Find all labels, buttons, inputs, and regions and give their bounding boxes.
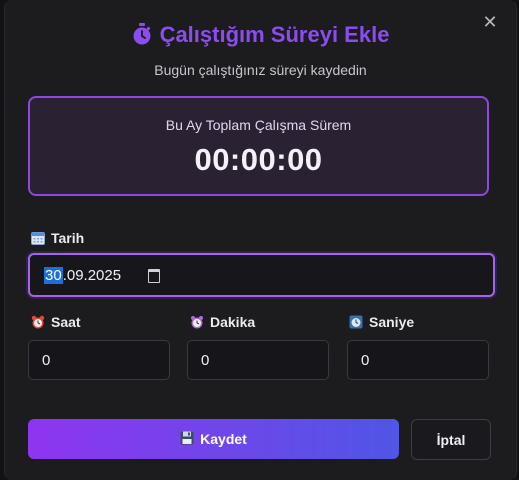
timer-icon bbox=[349, 315, 363, 329]
dialog-title-row: Çalıştığım Süreyi Ekle bbox=[5, 22, 516, 51]
alarm-clock-icon bbox=[31, 315, 45, 329]
monthly-summary-label: Bu Ay Toplam Çalışma Sürem bbox=[165, 117, 352, 133]
cancel-button-label: İptal bbox=[436, 431, 466, 448]
save-button-label: Kaydet bbox=[200, 431, 247, 447]
minutes-label: Dakika bbox=[190, 314, 255, 330]
hours-label: Saat bbox=[31, 314, 81, 330]
date-label: Tarih bbox=[31, 230, 84, 246]
seconds-label: Saniye bbox=[349, 314, 414, 330]
save-button[interactable]: Kaydet bbox=[28, 419, 399, 459]
seconds-label-text: Saniye bbox=[369, 314, 415, 330]
seconds-value: 0 bbox=[361, 352, 370, 369]
monthly-summary-time: 00:00:00 bbox=[194, 142, 323, 177]
calendar-picker-icon[interactable] bbox=[148, 269, 160, 283]
date-value: 30.09.2025 bbox=[44, 267, 121, 284]
add-work-time-dialog: ✕ Çalıştığım Süreyi Ekle Bugün çalıştığı… bbox=[4, 0, 517, 480]
date-label-text: Tarih bbox=[51, 230, 85, 246]
stopwatch-icon bbox=[132, 23, 152, 51]
monthly-summary-card: Bu Ay Toplam Çalışma Sürem 00:00:00 bbox=[28, 96, 489, 196]
floppy-disk-icon bbox=[180, 431, 194, 448]
date-rest-segment[interactable]: .09.2025 bbox=[63, 267, 121, 284]
minutes-label-text: Dakika bbox=[210, 314, 256, 330]
date-day-segment[interactable]: 30 bbox=[44, 267, 63, 284]
hours-value: 0 bbox=[42, 352, 51, 369]
hours-input[interactable]: 0 bbox=[28, 340, 170, 380]
dialog-title: Çalıştığım Süreyi Ekle bbox=[159, 22, 390, 47]
hours-label-text: Saat bbox=[51, 314, 81, 330]
clock-icon bbox=[190, 315, 204, 329]
minutes-value: 0 bbox=[201, 352, 210, 369]
date-input[interactable]: 30.09.2025 bbox=[28, 253, 495, 297]
dialog-subtitle: Bugün çalıştığınız süreyi kaydedin bbox=[154, 62, 367, 78]
minutes-input[interactable]: 0 bbox=[187, 340, 329, 380]
seconds-input[interactable]: 0 bbox=[347, 340, 489, 380]
cancel-button[interactable]: İptal bbox=[411, 419, 491, 460]
calendar-icon bbox=[31, 231, 45, 245]
